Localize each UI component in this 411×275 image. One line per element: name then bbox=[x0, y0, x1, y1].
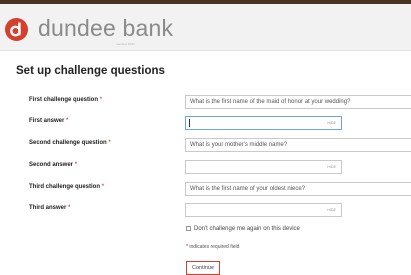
second-question-value: What is your mother's middle name? bbox=[190, 142, 288, 148]
third-question-label: Third challenge question * bbox=[29, 184, 104, 190]
hide-toggle[interactable]: HIDE bbox=[327, 204, 336, 216]
continue-button[interactable]: Continue bbox=[186, 261, 220, 275]
second-question-label: Second challenge question * bbox=[29, 140, 111, 146]
second-answer-label-text: Second answer bbox=[29, 162, 74, 168]
required-asterisk: * bbox=[186, 244, 188, 250]
dundee-logo-icon[interactable] bbox=[5, 18, 28, 41]
first-answer-label: First answer * bbox=[29, 118, 68, 124]
third-answer-label: Third answer * bbox=[29, 205, 70, 211]
text-cursor bbox=[189, 119, 190, 127]
third-question-label-text: Third challenge question bbox=[29, 184, 101, 190]
third-question-select[interactable]: What is the first name of your oldest ni… bbox=[185, 182, 411, 196]
second-answer-label: Second answer * bbox=[29, 162, 77, 168]
required-asterisk: * bbox=[101, 184, 105, 190]
required-asterisk: * bbox=[66, 118, 69, 124]
brand-tagline: member FDIC bbox=[116, 42, 135, 46]
required-note-text: indicates required field bbox=[189, 244, 240, 250]
site-header: dundee bank member FDIC bbox=[0, 4, 411, 51]
first-question-label: First challenge question * bbox=[29, 97, 102, 103]
dont-challenge-checkbox[interactable] bbox=[186, 226, 191, 231]
first-question-label-text: First challenge question bbox=[29, 97, 99, 103]
dont-challenge-row[interactable]: Don't challenge me again on this device bbox=[186, 226, 300, 232]
dont-challenge-label[interactable]: Don't challenge me again on this device bbox=[194, 226, 300, 232]
required-field-note: * indicates required field bbox=[186, 244, 239, 250]
second-answer-input[interactable]: HIDE bbox=[185, 160, 342, 174]
third-answer-label-text: Third answer bbox=[29, 205, 67, 211]
hide-toggle[interactable]: HIDE bbox=[327, 117, 336, 129]
brand-name[interactable]: dundee bank bbox=[38, 16, 173, 40]
page-title: Set up challenge questions bbox=[16, 65, 165, 77]
required-asterisk: * bbox=[68, 205, 71, 211]
hide-toggle[interactable]: HIDE bbox=[327, 161, 336, 173]
required-asterisk: * bbox=[108, 140, 111, 146]
first-question-value: What is the first name of the maid of ho… bbox=[190, 99, 351, 105]
second-question-label-text: Second challenge question bbox=[29, 140, 107, 146]
first-question-select[interactable]: What is the first name of the maid of ho… bbox=[185, 95, 411, 109]
required-asterisk: * bbox=[74, 162, 78, 168]
required-asterisk: * bbox=[99, 97, 103, 103]
third-answer-input[interactable]: HIDE bbox=[185, 203, 342, 217]
third-question-value: What is the first name of your oldest ni… bbox=[190, 186, 306, 192]
second-question-select[interactable]: What is your mother's middle name? bbox=[185, 138, 411, 152]
first-answer-input[interactable]: HIDE bbox=[185, 116, 342, 130]
first-answer-label-text: First answer bbox=[29, 118, 65, 124]
